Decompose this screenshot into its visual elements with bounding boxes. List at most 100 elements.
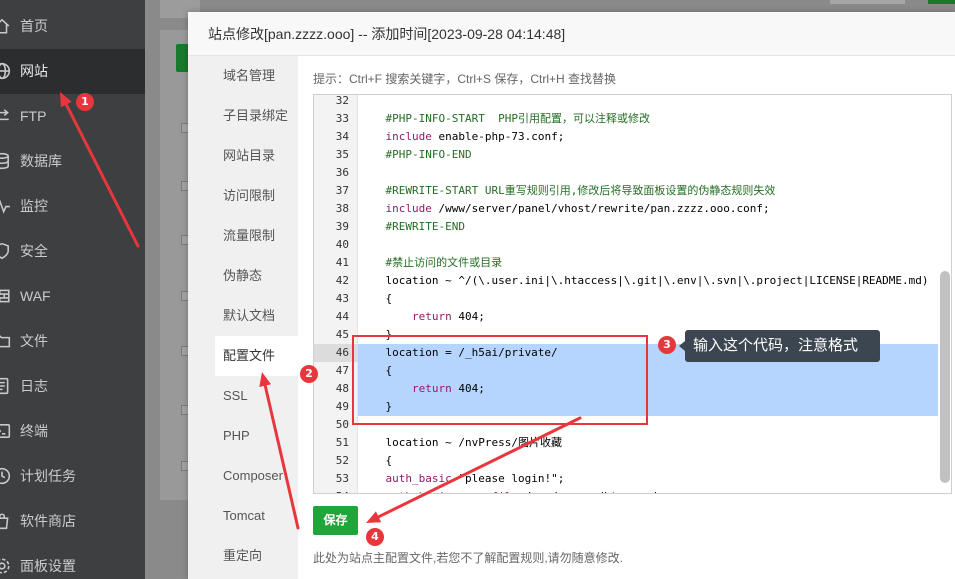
line-number: 49 [335,400,349,413]
tab-subdirectory-binding[interactable]: 子目录绑定 [215,96,298,136]
editor-lines[interactable]: 32 33 #PHP-INFO-START PHP引用配置，可以注释或修改 34 i… [314,95,938,493]
code-line-content[interactable]: return 404; [358,380,938,398]
log-icon [0,377,11,395]
code-line[interactable]: 32 [314,95,938,110]
folder-icon [0,332,11,350]
sidebar-item-waf[interactable]: WAF [0,274,145,319]
terminal-icon [0,422,11,440]
line-number: 39 [335,220,349,233]
code-line-content[interactable]: auth_basic "please login!"; [358,470,938,488]
code-line-content[interactable]: } [358,326,938,344]
code-line-content[interactable]: #REWRITE-END [358,218,938,236]
save-button[interactable]: 保存 [313,506,358,535]
code-text: { [359,454,393,467]
code-line-content[interactable] [358,95,938,110]
code-line[interactable]: 48 return 404; [314,380,938,398]
code-line-content[interactable]: #REWRITE-START URL重写规则引用,修改后将导致面板设置的伪静态规… [358,182,938,200]
sidebar-item-clock[interactable]: 计划任务 [0,454,145,499]
tab-traffic-limit[interactable]: 流量限制 [215,216,298,256]
code-line-content[interactable]: include /www/server/panel/vhost/rewrite/… [358,200,938,218]
sidebar-item-shield[interactable]: 安全 [0,229,145,274]
code-line[interactable]: 47 { [314,362,938,380]
code-line[interactable]: 52 { [314,452,938,470]
line-number: 52 [335,454,349,467]
sidebar-item-home[interactable]: 首页 [0,4,145,49]
code-line-content[interactable]: location ~ /nvPress/图片收藏 [358,434,938,452]
sidebar-item-terminal[interactable]: 终端 [0,409,145,454]
code-line-content[interactable]: #PHP-INFO-START PHP引用配置，可以注释或修改 [358,110,938,128]
sidebar-item-settings[interactable]: 面板设置 [0,544,145,579]
code-line[interactable]: 40 [314,236,938,254]
tab-config-file[interactable]: 配置文件 [215,336,298,376]
code-line[interactable]: 46 location = /_h5ai/private/ [314,344,938,362]
sidebar: 首页 网站 FTP 数据库 监控安全 WAF 文件 日志 终端 计划任务 软件商店 面板设置 [0,0,145,579]
dialog-title[interactable]: 站点修改[pan.zzzz.ooo] -- 添加时间[2023-09-28 04… [188,12,955,56]
code-line[interactable]: 51 location ~ /nvPress/图片收藏 [314,434,938,452]
code-line-content[interactable]: auth_basic_user_file /www/server/htpassw… [358,488,938,493]
tab-composer[interactable]: Composer [215,456,298,496]
code-line[interactable]: 41 #禁止访问的文件或目录 [314,254,938,272]
tab-php[interactable]: PHP [215,416,298,456]
code-line[interactable]: 42 location ~ ^/(\.user.ini|\.htaccess|\… [314,272,938,290]
sidebar-item-ftp[interactable]: FTP [0,94,145,139]
tab-redirect[interactable]: 重定向 [215,536,298,576]
sidebar-item-label: 安全 [20,243,48,259]
editor-scrollbar-thumb[interactable] [940,271,950,483]
config-code-editor[interactable]: 32 33 #PHP-INFO-START PHP引用配置，可以注释或修改 34 i… [313,94,952,494]
sidebar-item-log[interactable]: 日志 [0,364,145,409]
code-line[interactable]: 36 [314,164,938,182]
sidebar-item-monitor[interactable]: 监控 [0,184,145,229]
tab-tomcat[interactable]: Tomcat [215,496,298,536]
code-line-content[interactable]: include enable-php-73.conf; [358,128,938,146]
code-text: location ~ /nvPress/图片收藏 [359,436,562,449]
code-comment: #REWRITE-END [385,220,465,233]
code-line-content[interactable]: return 404; [358,308,938,326]
code-line-content[interactable]: location ~ ^/(\.user.ini|\.htaccess|\.gi… [358,272,938,290]
line-number: 50 [335,418,349,431]
code-line[interactable]: 34 include enable-php-73.conf; [314,128,938,146]
code-line[interactable]: 53 auth_basic "please login!"; [314,470,938,488]
code-line-content[interactable]: #PHP-INFO-END [358,146,938,164]
code-line[interactable]: 45 } [314,326,938,344]
code-line-content[interactable]: { [358,290,938,308]
tab-site-directory[interactable]: 网站目录 [215,136,298,176]
code-line-content[interactable]: { [358,452,938,470]
tab-access-restriction[interactable]: 访问限制 [215,176,298,216]
code-line-content[interactable]: location = /_h5ai/private/ [358,344,938,362]
code-line-content[interactable] [358,236,938,254]
line-number: 45 [335,328,349,341]
code-line[interactable]: 38 include /www/server/panel/vhost/rewri… [314,200,938,218]
code-line[interactable]: 43 { [314,290,938,308]
code-line-content[interactable]: { [358,362,938,380]
sidebar-item-globe[interactable]: 网站 [0,49,145,94]
code-line-content[interactable] [358,164,938,182]
tab-ssl[interactable]: SSL [215,376,298,416]
globe-icon [0,62,11,80]
code-line[interactable]: 44 return 404; [314,308,938,326]
sidebar-item-store[interactable]: 软件商店 [0,499,145,544]
site-edit-dialog: 站点修改[pan.zzzz.ooo] -- 添加时间[2023-09-28 04… [188,12,955,579]
code-keyword: include [385,202,432,215]
code-line[interactable]: 35 #PHP-INFO-END [314,146,938,164]
dialog-tab-menu: 域名管理 子目录绑定 网站目录 访问限制 流量限制 伪静态 默认文档 配置文件 SSL PHP Co… [188,56,298,579]
code-line-content[interactable]: #禁止访问的文件或目录 [358,254,938,272]
clock-icon [0,467,11,485]
code-line[interactable]: 33 #PHP-INFO-START PHP引用配置，可以注释或修改 [314,110,938,128]
line-number: 40 [335,238,349,251]
sidebar-item-database[interactable]: 数据库 [0,139,145,184]
code-line[interactable]: 50 [314,416,938,434]
code-text: /www/server/htpasswd; [518,490,664,493]
tab-default-document[interactable]: 默认文档 [215,296,298,336]
tab-domain-management[interactable]: 域名管理 [215,56,298,96]
sidebar-item-folder[interactable]: 文件 [0,319,145,364]
code-line-content[interactable]: } [358,398,938,416]
code-line[interactable]: 37 #REWRITE-START URL重写规则引用,修改后将导致面板设置的伪… [314,182,938,200]
code-line-content[interactable] [358,416,938,434]
code-line[interactable]: 39 #REWRITE-END [314,218,938,236]
code-line[interactable]: 54 auth_basic_user_file /www/server/htpa… [314,488,938,493]
sidebar-item-label: FTP [20,108,47,124]
config-file-panel: 提示：Ctrl+F 搜索关键字，Ctrl+S 保存，Ctrl+H 查找替换 32… [298,56,955,579]
code-line[interactable]: 49 } [314,398,938,416]
tab-rewrite-rules[interactable]: 伪静态 [215,256,298,296]
